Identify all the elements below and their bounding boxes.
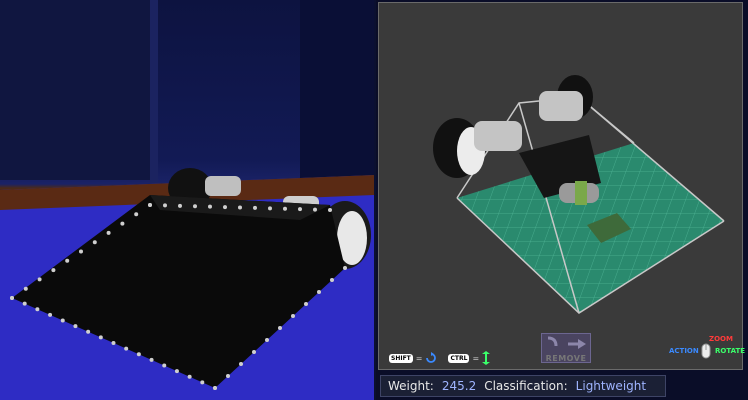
- rotate-arrow-icon: [426, 352, 437, 363]
- ctrl-key: CTRL: [448, 353, 470, 363]
- mouse-icon: [701, 343, 711, 359]
- shift-key: SHIFT: [389, 353, 413, 363]
- weight-value: 245.2: [441, 379, 477, 393]
- robot-preview-viewport[interactable]: [0, 0, 374, 400]
- status-bar: Weight: 245.2 Classification: Lightweigh…: [380, 375, 666, 397]
- classification-value: Lightweight: [575, 379, 647, 393]
- mouse-hints: ZOOM ACTION ROTATE: [663, 335, 746, 367]
- build-scene-render[interactable]: [379, 3, 742, 369]
- robot-build-viewport[interactable]: SHIFT = CTRL = REMOVE ZOOM ACTION ROTATE…: [376, 0, 748, 400]
- build-panel[interactable]: SHIFT = CTRL = REMOVE ZOOM ACTION ROTATE: [378, 2, 746, 370]
- remove-arrow-icon: [547, 336, 586, 349]
- motor-left[interactable]: [474, 121, 522, 151]
- robot-preview-render: [0, 0, 374, 400]
- motor-right[interactable]: [539, 91, 583, 121]
- classification-label: Classification:: [484, 379, 568, 393]
- keyboard-hints: SHIFT = CTRL =: [389, 351, 491, 365]
- rotate-hint: ROTATE: [715, 347, 746, 355]
- action-hint: ACTION: [669, 347, 699, 355]
- remove-label: REMOVE: [545, 354, 587, 363]
- vertical-arrow-icon: [482, 351, 491, 365]
- weight-label: Weight:: [388, 379, 434, 393]
- zoom-hint: ZOOM: [709, 335, 733, 343]
